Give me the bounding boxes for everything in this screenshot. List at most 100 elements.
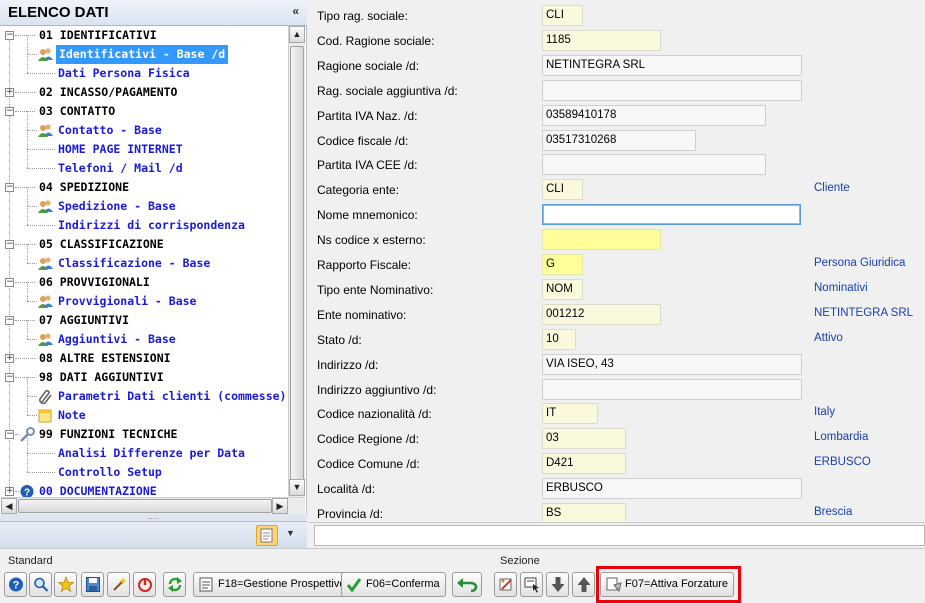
collapse-icon[interactable]: − — [5, 240, 14, 249]
field-description: Cliente — [814, 182, 850, 194]
field-input[interactable] — [542, 204, 801, 225]
favorites-button[interactable] — [54, 572, 77, 597]
tree-item-node[interactable]: Note — [1, 396, 288, 425]
tree-group-node[interactable]: − 98 DATI AGGIUNTIVI — [1, 368, 288, 387]
expand-icon[interactable]: + — [5, 354, 14, 363]
field-input[interactable]: CLI — [542, 5, 583, 26]
tree-item-node[interactable]: Controllo Setup — [1, 453, 288, 482]
tree-item-node[interactable]: Spedizione - Base — [1, 187, 288, 216]
form-row: Partita IVA Naz. /d: 03589410178 — [308, 105, 925, 127]
collapse-panel-icon[interactable]: « — [292, 4, 299, 18]
f18-gestione-prospettive-button[interactable]: F18=Gestione Prospettive — [193, 572, 352, 597]
tree-item-node[interactable]: Classificazione - Base — [1, 244, 288, 273]
tree-item-node[interactable]: Identificativi - Base /d — [1, 35, 288, 64]
dropdown-arrow-icon[interactable]: ▼ — [286, 528, 295, 538]
tree-item-node[interactable]: Telefoni / Mail /d — [1, 149, 288, 178]
section-down-button[interactable] — [546, 572, 569, 597]
tree-item-node[interactable]: Parametri Dati clienti (commesse) — [1, 377, 288, 406]
tree-horizontal-scroll-thumb[interactable] — [18, 499, 272, 513]
search-icon — [34, 577, 49, 592]
scroll-up-arrow-icon[interactable]: ▲ — [289, 26, 305, 43]
help-button[interactable]: ? — [4, 572, 27, 597]
form-row: Categoria ente: CLI Cliente — [308, 179, 925, 201]
field-input[interactable] — [542, 379, 802, 400]
f07-attiva-forzature-button[interactable]: F07=Attiva Forzature — [600, 572, 735, 597]
tree-group-node[interactable]: − 01 IDENTIFICATIVI — [1, 26, 288, 45]
scroll-down-arrow-icon[interactable]: ▼ — [289, 479, 305, 496]
field-input[interactable]: G — [542, 254, 583, 275]
field-input[interactable]: BS — [542, 503, 626, 522]
tree-group-node[interactable]: +02 INCASSO/PAGAMENTO — [1, 83, 288, 102]
field-input[interactable]: NETINTEGRA SRL — [542, 55, 802, 76]
tree-group-node[interactable]: − 06 PROVVIGIONALI — [1, 273, 288, 292]
section-edit-button[interactable] — [494, 572, 517, 597]
field-label: Codice nazionalità /d: — [317, 407, 432, 421]
power-icon — [138, 578, 152, 592]
section-select-button[interactable] — [520, 572, 543, 597]
f06-conferma-button[interactable]: F06=Conferma — [341, 572, 446, 597]
tree-branch-line — [27, 111, 28, 130]
panel-splitter-grip[interactable]: ..... — [0, 513, 307, 521]
tree-group-node[interactable]: +08 ALTRE ESTENSIONI — [1, 349, 288, 368]
form-row: Cod. Ragione sociale: 1185 — [308, 30, 925, 52]
field-input[interactable]: 03517310268 — [542, 130, 696, 151]
tree-item-node[interactable]: Provvigionali - Base — [1, 282, 288, 311]
field-label: Tipo ente Nominativo: — [317, 283, 434, 297]
tree-group-node[interactable]: − 04 SPEDIZIONE — [1, 178, 288, 197]
tree-item-node[interactable]: Aggiuntivi - Base — [1, 320, 288, 349]
collapse-icon[interactable]: − — [5, 373, 14, 382]
field-input[interactable]: 03 — [542, 428, 626, 449]
select-cursor-icon — [524, 577, 539, 593]
field-input[interactable]: 1185 — [542, 30, 661, 51]
field-input[interactable]: VIA ISEO, 43 — [542, 354, 802, 375]
collapse-icon[interactable]: − — [5, 31, 14, 40]
scroll-right-arrow-icon[interactable]: ▶ — [272, 498, 288, 514]
scroll-left-arrow-icon[interactable]: ◀ — [1, 498, 17, 514]
save-button[interactable] — [81, 572, 104, 597]
tree-item-node[interactable]: Dati Persona Fisica — [1, 54, 288, 83]
refresh-button[interactable] — [163, 572, 186, 597]
tree-group-node[interactable]: − 99 FUNZIONI TECNICHE — [1, 425, 288, 444]
undo-button[interactable] — [452, 572, 482, 597]
tree-vertical-scrollbar[interactable]: ▲ ▼ — [288, 26, 305, 497]
tree-node-label: Contatto - Base — [58, 123, 162, 137]
collapse-icon[interactable]: − — [5, 107, 14, 116]
tree-item-node[interactable]: Contatto - Base — [1, 111, 288, 140]
search-button[interactable] — [29, 572, 52, 597]
tree-group-node[interactable]: − 07 AGGIUNTIVI — [1, 311, 288, 330]
collapse-icon[interactable]: − — [5, 278, 14, 287]
field-input[interactable]: 001212 — [542, 304, 661, 325]
collapse-icon[interactable]: − — [5, 430, 14, 439]
tree-branch-line — [27, 263, 37, 264]
field-input[interactable]: D421 — [542, 453, 626, 474]
tree-item-node[interactable]: Indirizzi di corrispondenza — [1, 206, 288, 235]
tree-item-node[interactable]: HOME PAGE INTERNET — [1, 130, 288, 159]
exit-button[interactable] — [133, 572, 156, 597]
field-label: Ns codice x esterno: — [317, 233, 426, 247]
tree-group-node[interactable]: − 05 CLASSIFICAZIONE — [1, 235, 288, 254]
field-input[interactable] — [542, 229, 661, 250]
field-input[interactable]: CLI — [542, 179, 583, 200]
expand-icon[interactable]: + — [5, 487, 14, 496]
tree-vertical-scroll-thumb[interactable] — [290, 46, 304, 490]
undo-arrow-icon — [457, 578, 478, 593]
collapse-icon[interactable]: − — [5, 183, 14, 192]
field-input[interactable]: IT — [542, 403, 598, 424]
status-field[interactable] — [314, 525, 925, 546]
expand-icon[interactable]: + — [5, 88, 14, 97]
field-input[interactable] — [542, 154, 766, 175]
section-up-button[interactable] — [572, 572, 595, 597]
notes-button[interactable] — [256, 525, 278, 546]
field-input[interactable]: ERBUSCO — [542, 478, 802, 499]
field-input[interactable]: NOM — [542, 279, 583, 300]
field-input[interactable]: 10 — [542, 329, 576, 350]
navigation-title: ELENCO DATI — [8, 4, 109, 21]
field-input[interactable]: 03589410178 — [542, 105, 766, 126]
tree-group-node[interactable]: − 03 CONTATTO — [1, 102, 288, 121]
collapse-icon[interactable]: − — [5, 316, 14, 325]
wand-button[interactable] — [107, 572, 130, 597]
tree-group-node[interactable]: +? 00 DOCUMENTAZIONE — [1, 482, 288, 497]
tree-item-node[interactable]: Analisi Differenze per Data — [1, 434, 288, 463]
tree-branch-line — [27, 434, 28, 453]
field-input[interactable] — [542, 80, 802, 101]
